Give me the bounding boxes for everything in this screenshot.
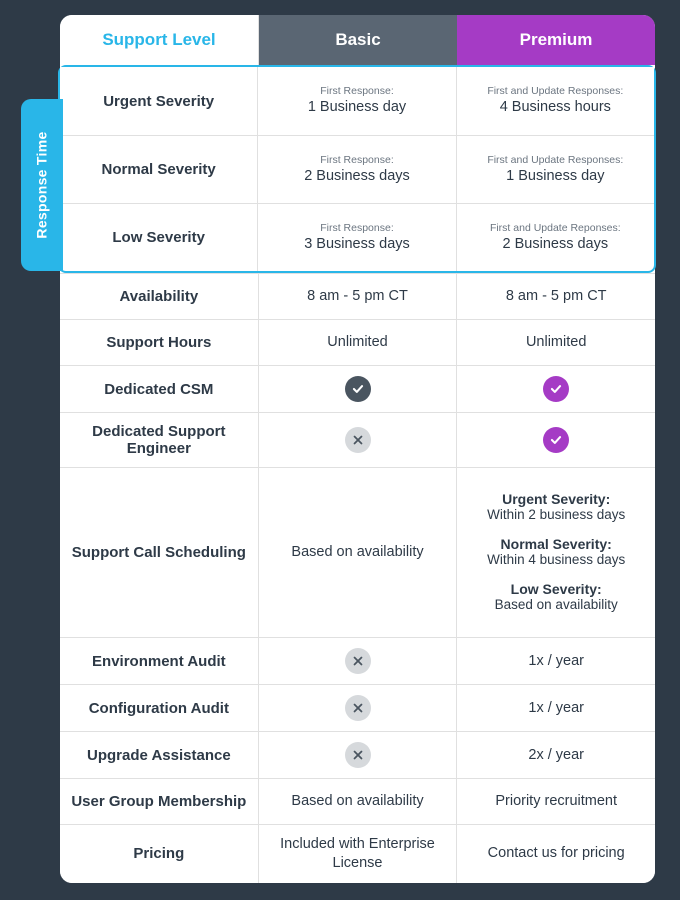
- caption: First Response:: [320, 222, 394, 234]
- basic-cell: [258, 685, 457, 731]
- premium-cell: 1x / year: [456, 685, 655, 731]
- response-time-side-tab: Response Time: [21, 99, 63, 271]
- response-time-group: Urgent Severity First Response: 1 Busine…: [58, 65, 656, 273]
- header-premium: Premium: [457, 15, 655, 65]
- header-basic: Basic: [259, 15, 457, 65]
- sched-title: Urgent Severity:: [487, 491, 625, 507]
- row-label: User Group Membership: [60, 779, 258, 824]
- scheduling-entry: Normal Severity: Within 4 business days: [487, 536, 625, 569]
- premium-cell: [456, 413, 655, 467]
- basic-cell: First Response: 2 Business days: [257, 136, 455, 203]
- basic-cell: First Response: 3 Business days: [257, 204, 455, 271]
- sched-sub: Within 2 business days: [487, 507, 625, 524]
- premium-cell: Unlimited: [456, 320, 655, 365]
- table-header-row: Support Level Basic Premium: [60, 15, 655, 65]
- table-row: Upgrade Assistance 2x / year: [60, 731, 655, 778]
- basic-cell: Based on availability: [258, 468, 457, 637]
- header-support-level: Support Level: [60, 15, 259, 65]
- premium-cell: First and Update Responses: 1 Business d…: [456, 136, 654, 203]
- premium-cell: 1x / year: [456, 638, 655, 684]
- basic-cell: Included with Enterprise License: [258, 825, 457, 883]
- basic-cell: 8 am - 5 pm CT: [258, 274, 457, 319]
- table-row: Availability 8 am - 5 pm CT 8 am - 5 pm …: [60, 273, 655, 319]
- basic-cell: First Response: 1 Business day: [257, 67, 455, 135]
- side-tab-label: Response Time: [34, 131, 50, 238]
- premium-cell: First and Update Responses: 4 Business h…: [456, 67, 654, 135]
- value: 4 Business hours: [500, 98, 611, 117]
- basic-cell: [258, 638, 457, 684]
- table-row: Support Call Scheduling Based on availab…: [60, 467, 655, 637]
- caption: First and Update Responses:: [487, 85, 623, 97]
- basic-cell: Unlimited: [258, 320, 457, 365]
- premium-cell: Contact us for pricing: [456, 825, 655, 883]
- check-icon: [543, 376, 569, 402]
- table-row: Dedicated Support Engineer: [60, 412, 655, 467]
- premium-cell: Urgent Severity: Within 2 business days …: [456, 468, 655, 637]
- row-label: Configuration Audit: [60, 685, 258, 731]
- table-row: Normal Severity First Response: 2 Busine…: [60, 135, 654, 203]
- value: 1 Business day: [506, 167, 604, 186]
- table-row: Configuration Audit 1x / year: [60, 684, 655, 731]
- row-label: Availability: [60, 274, 258, 319]
- row-label: Dedicated CSM: [60, 366, 258, 412]
- row-label: Dedicated Support Engineer: [60, 413, 258, 467]
- row-label: Support Hours: [60, 320, 258, 365]
- basic-cell: [258, 413, 457, 467]
- cross-icon: [345, 742, 371, 768]
- sched-sub: Within 4 business days: [487, 552, 625, 569]
- row-label: Upgrade Assistance: [60, 732, 258, 778]
- premium-cell: Priority recruitment: [456, 779, 655, 824]
- basic-cell: Based on availability: [258, 779, 457, 824]
- premium-cell: 2x / year: [456, 732, 655, 778]
- premium-cell: 8 am - 5 pm CT: [456, 274, 655, 319]
- check-icon: [345, 376, 371, 402]
- value: 1 Business day: [308, 98, 406, 117]
- cross-icon: [345, 648, 371, 674]
- table-row: Dedicated CSM: [60, 365, 655, 412]
- row-label: Support Call Scheduling: [60, 468, 258, 637]
- value: 2 Business days: [304, 167, 410, 186]
- feature-rows: Availability 8 am - 5 pm CT 8 am - 5 pm …: [60, 273, 655, 883]
- caption: First and Update Reponses:: [490, 222, 621, 234]
- value: 2 Business days: [503, 235, 609, 254]
- table-row: Support Hours Unlimited Unlimited: [60, 319, 655, 365]
- sched-sub: Based on availability: [495, 597, 618, 614]
- premium-cell: First and Update Reponses: 2 Business da…: [456, 204, 654, 271]
- sched-title: Low Severity:: [495, 581, 618, 597]
- scheduling-entry: Low Severity: Based on availability: [495, 581, 618, 614]
- cross-icon: [345, 427, 371, 453]
- caption: First Response:: [320, 85, 394, 97]
- basic-cell: [258, 366, 457, 412]
- table-row: Low Severity First Response: 3 Business …: [60, 203, 654, 271]
- row-label: Normal Severity: [60, 136, 257, 203]
- sched-title: Normal Severity:: [487, 536, 625, 552]
- row-label: Environment Audit: [60, 638, 258, 684]
- cross-icon: [345, 695, 371, 721]
- table-row: User Group Membership Based on availabil…: [60, 778, 655, 824]
- table-row: Pricing Included with Enterprise License…: [60, 824, 655, 883]
- row-label: Low Severity: [60, 204, 257, 271]
- table-row: Urgent Severity First Response: 1 Busine…: [60, 67, 654, 135]
- scheduling-entry: Urgent Severity: Within 2 business days: [487, 491, 625, 524]
- row-label: Urgent Severity: [60, 67, 257, 135]
- value: 3 Business days: [304, 235, 410, 254]
- caption: First and Update Responses:: [487, 154, 623, 166]
- premium-cell: [456, 366, 655, 412]
- row-label: Pricing: [60, 825, 258, 883]
- table-row: Environment Audit 1x / year: [60, 637, 655, 684]
- check-icon: [543, 427, 569, 453]
- basic-cell: [258, 732, 457, 778]
- caption: First Response:: [320, 154, 394, 166]
- support-comparison-table: Response Time Support Level Basic Premiu…: [60, 15, 655, 883]
